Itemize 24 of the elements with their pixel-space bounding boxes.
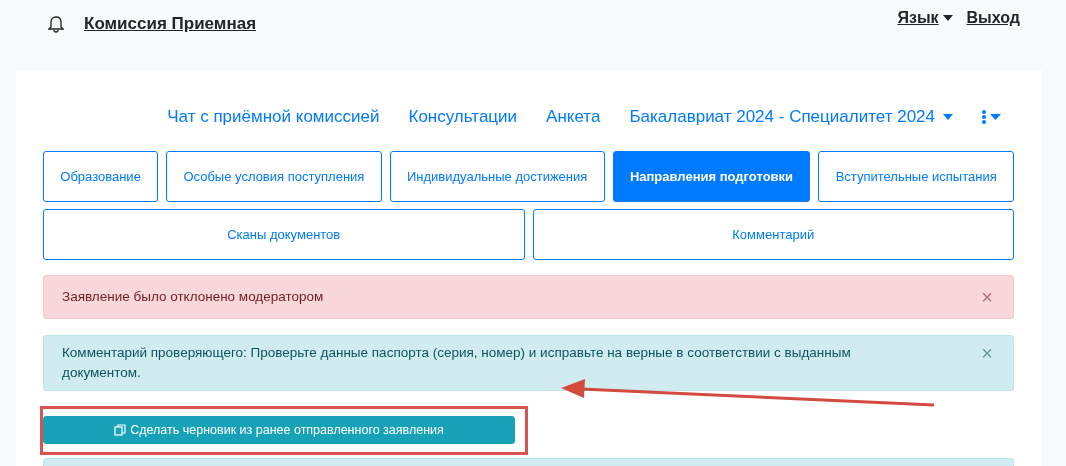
nav-link[interactable]: Консультации bbox=[408, 107, 518, 127]
section-tab[interactable]: Сканы документов bbox=[43, 209, 525, 260]
caret-icon bbox=[942, 15, 953, 21]
more-menu-button[interactable] bbox=[982, 110, 1002, 124]
section-tab[interactable]: Образование bbox=[43, 151, 159, 202]
close-button[interactable]: × bbox=[981, 287, 993, 307]
close-button[interactable]: × bbox=[981, 343, 993, 363]
nav-link[interactable]: Чат с приёмной комиссией bbox=[167, 107, 380, 127]
section-tab[interactable]: Индивидуальные достижения bbox=[389, 151, 605, 202]
nav-link[interactable]: Анкета bbox=[546, 107, 601, 127]
section-tab[interactable]: Комментарий bbox=[532, 209, 1014, 260]
section-tab[interactable]: Направления подготовки bbox=[612, 151, 811, 202]
logout-link[interactable]: Выход bbox=[966, 9, 1020, 27]
caret-icon bbox=[943, 114, 953, 120]
bell-icon[interactable] bbox=[48, 15, 64, 33]
alert-text: Заявление было отклонено модератором bbox=[62, 288, 325, 306]
alert-text: Комментарий проверяющего: Проверьте данные паспорта (серия, номер) и исправьте на верные в соответствии с выданным документом. bbox=[62, 344, 852, 382]
campaign-dropdown[interactable]: Бакалавриат 2024 - Специалитет 2024 bbox=[629, 107, 953, 127]
copy-icon bbox=[114, 424, 127, 436]
language-dropdown[interactable]: Язык bbox=[897, 9, 953, 27]
create-draft-button[interactable]: Сделать черновик из ранее отправленного заявления bbox=[43, 416, 515, 444]
user-name-link[interactable]: Комиссия Приемная bbox=[84, 14, 257, 34]
section-tab[interactable]: Особые условия поступления bbox=[166, 151, 382, 202]
section-tab[interactable]: Вступительные испытания bbox=[818, 151, 1014, 202]
